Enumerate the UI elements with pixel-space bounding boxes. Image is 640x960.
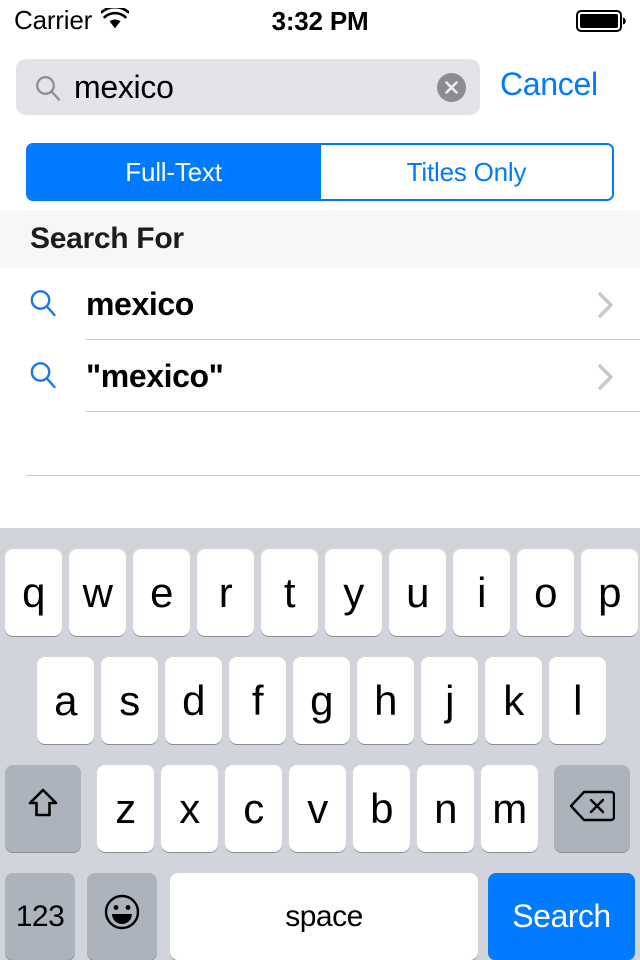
chevron-right-icon xyxy=(596,290,616,325)
key-u[interactable]: u xyxy=(389,549,446,636)
key-k[interactable]: k xyxy=(485,657,542,744)
keyboard-row-3: z x c v b n m xyxy=(0,765,640,852)
list-item-label: "mexico" xyxy=(86,358,224,394)
space-key[interactable]: space xyxy=(170,873,478,960)
key-q[interactable]: q xyxy=(5,549,62,636)
status-bar: Carrier 3:32 PM xyxy=(0,0,640,40)
app-screen: Carrier 3:32 PM mexico Cancel Full-Text … xyxy=(0,0,640,960)
clear-search-button[interactable] xyxy=(437,73,466,102)
list-item-label: mexico xyxy=(86,286,194,322)
search-icon xyxy=(28,360,58,395)
key-m[interactable]: m xyxy=(481,765,538,852)
chevron-right-icon xyxy=(596,362,616,397)
key-t[interactable]: t xyxy=(261,549,318,636)
key-v[interactable]: v xyxy=(289,765,346,852)
search-bar: mexico Cancel xyxy=(0,40,640,132)
key-l[interactable]: l xyxy=(549,657,606,744)
scope-bar: Full-Text Titles Only xyxy=(0,132,640,210)
section-header-label: Search For xyxy=(30,222,184,255)
key-z[interactable]: z xyxy=(97,765,154,852)
key-o[interactable]: o xyxy=(517,549,574,636)
key-d[interactable]: d xyxy=(165,657,222,744)
cancel-button[interactable]: Cancel xyxy=(500,66,598,103)
key-c[interactable]: c xyxy=(225,765,282,852)
key-b[interactable]: b xyxy=(353,765,410,852)
search-input-value: mexico xyxy=(74,69,174,105)
shift-key[interactable] xyxy=(5,765,81,852)
list-bottom-separator xyxy=(26,475,640,476)
list-item[interactable]: "mexico" xyxy=(0,340,640,412)
key-r[interactable]: r xyxy=(197,549,254,636)
backspace-delete-icon xyxy=(569,785,616,833)
smiley-face-icon xyxy=(101,891,143,943)
key-n[interactable]: n xyxy=(417,765,474,852)
keyboard-row-2: a s d f g h j k l xyxy=(0,657,640,744)
segmented-control: Full-Text Titles Only xyxy=(26,143,614,201)
key-e[interactable]: e xyxy=(133,549,190,636)
search-input[interactable]: mexico xyxy=(16,59,480,115)
shift-arrow-icon xyxy=(23,784,63,834)
key-h[interactable]: h xyxy=(357,657,414,744)
numeric-key[interactable]: 123 xyxy=(5,873,75,960)
segment-titles-only[interactable]: Titles Only xyxy=(319,145,612,199)
segment-full-text[interactable]: Full-Text xyxy=(28,145,319,199)
key-g[interactable]: g xyxy=(293,657,350,744)
key-s[interactable]: s xyxy=(101,657,158,744)
search-return-key[interactable]: Search xyxy=(488,873,635,960)
clock-label: 3:32 PM xyxy=(271,6,369,36)
list-item[interactable]: mexico xyxy=(0,268,640,340)
key-a[interactable]: a xyxy=(37,657,94,744)
search-icon xyxy=(34,74,62,107)
search-icon xyxy=(28,288,58,323)
key-f[interactable]: f xyxy=(229,657,286,744)
battery-full-icon xyxy=(576,10,626,37)
key-w[interactable]: w xyxy=(69,549,126,636)
keyboard-row-1: q w e r t y u i o p xyxy=(0,549,640,636)
key-p[interactable]: p xyxy=(581,549,638,636)
list-separator xyxy=(86,411,640,412)
keyboard-row-4: 123 space Search xyxy=(0,873,640,960)
section-header: Search For xyxy=(0,210,640,268)
key-x[interactable]: x xyxy=(161,765,218,852)
key-y[interactable]: y xyxy=(325,549,382,636)
key-j[interactable]: j xyxy=(421,657,478,744)
key-i[interactable]: i xyxy=(453,549,510,636)
search-suggestions-list: mexico "mexico" xyxy=(0,268,640,412)
emoji-key[interactable] xyxy=(87,873,157,960)
on-screen-keyboard: q w e r t y u i o p a s d f g h j k l z … xyxy=(0,528,640,960)
backspace-key[interactable] xyxy=(554,765,630,852)
